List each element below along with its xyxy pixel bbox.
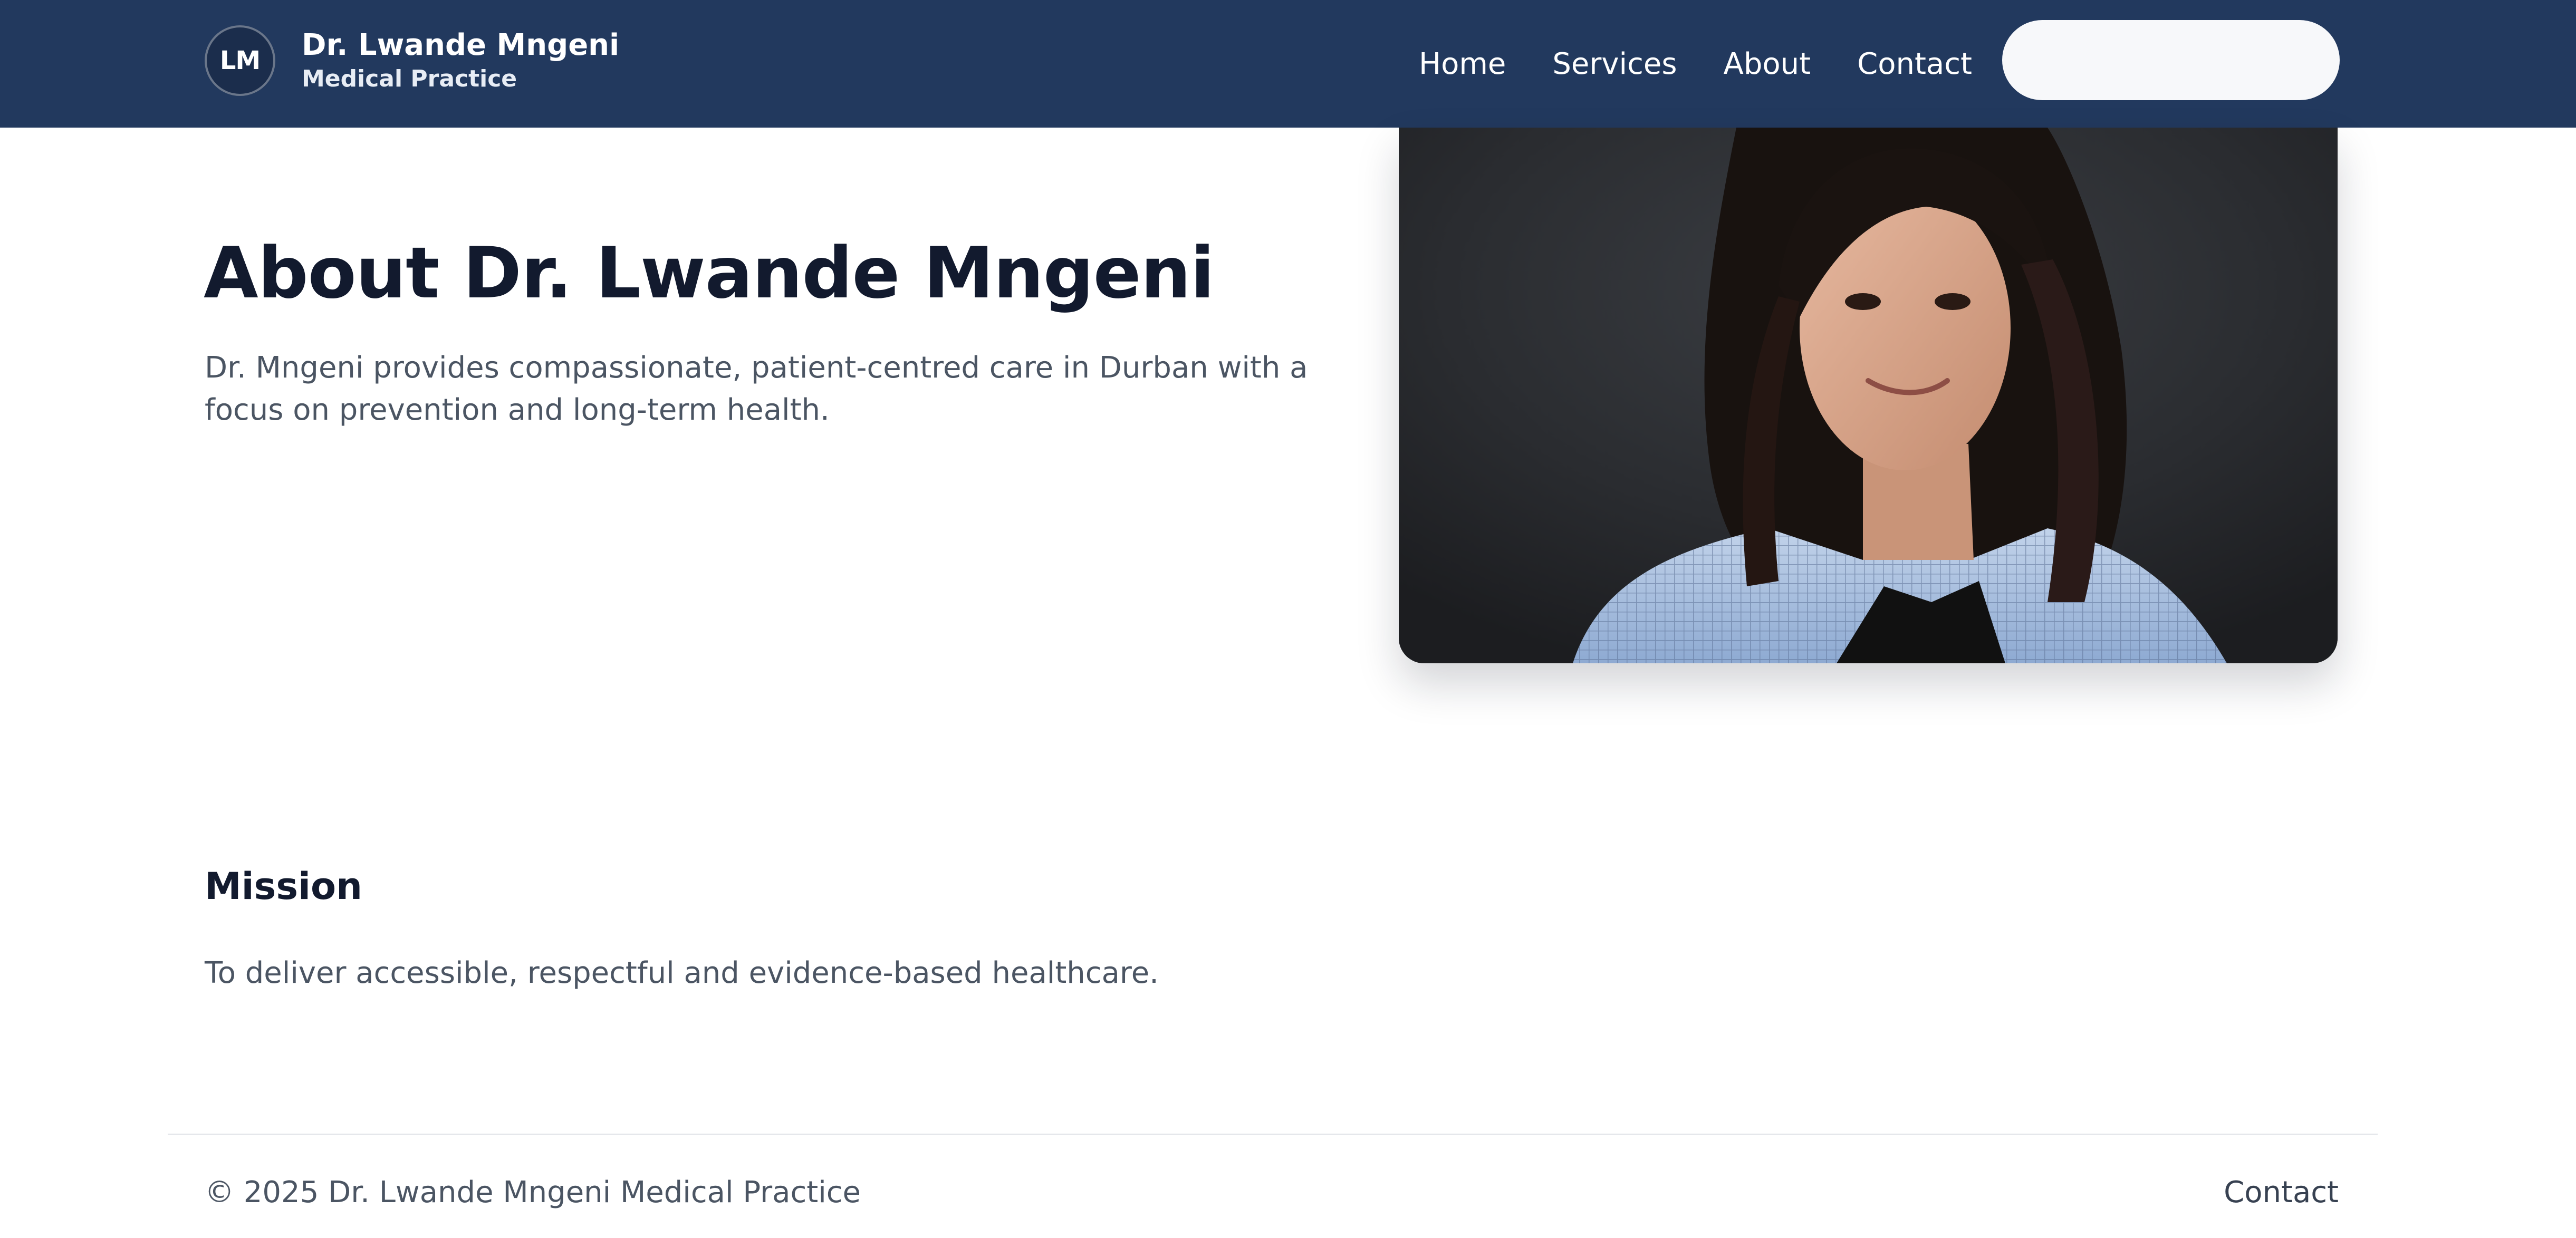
header-cta-button[interactable] xyxy=(2002,20,2340,100)
brand-subtitle: Medical Practice xyxy=(302,65,517,92)
main-nav: Home Services About Contact xyxy=(1419,0,1972,128)
site-header: LM Dr. Lwande Mngeni Medical Practice Ho… xyxy=(0,0,2576,128)
brand-name[interactable]: Dr. Lwande Mngeni xyxy=(302,27,619,64)
footer-copyright: © 2025 Dr. Lwande Mngeni Medical Practic… xyxy=(205,1175,861,1210)
footer-contact-link[interactable]: Contact xyxy=(2224,1172,2339,1214)
nav-link-home[interactable]: Home xyxy=(1419,47,1506,81)
nav-link-contact[interactable]: Contact xyxy=(1857,47,1972,81)
brand-text: Dr. Lwande Mngeni Medical Practice xyxy=(302,27,619,94)
hero-description: Dr. Mngeni provides compassionate, patie… xyxy=(205,351,1308,427)
brand-logo[interactable]: LM xyxy=(205,25,275,96)
nav-link-about[interactable]: About xyxy=(1724,47,1811,81)
mission-heading: Mission xyxy=(205,865,362,908)
page-title: About Dr. Lwande Mngeni xyxy=(204,232,1215,314)
portrait-illustration xyxy=(1399,128,2338,663)
doctor-portrait xyxy=(1399,128,2338,663)
nav-link-services[interactable]: Services xyxy=(1552,47,1677,81)
footer-divider xyxy=(168,1134,2378,1135)
mission-text: To deliver accessible, respectful and ev… xyxy=(205,956,1159,990)
brand[interactable]: LM Dr. Lwande Mngeni Medical Practice xyxy=(205,25,619,96)
